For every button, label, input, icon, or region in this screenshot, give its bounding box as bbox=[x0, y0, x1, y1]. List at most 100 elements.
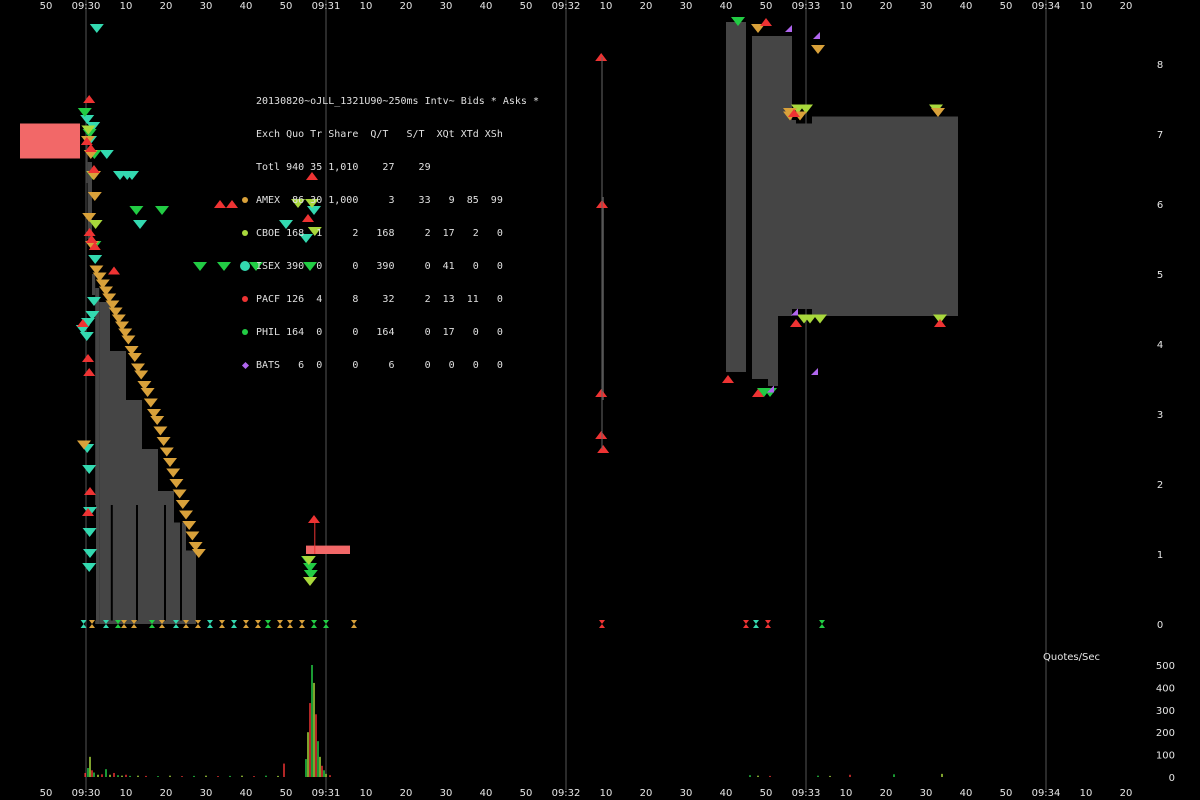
spread-bar bbox=[726, 22, 746, 372]
x-tick-label-top: 50 bbox=[760, 1, 773, 12]
spread-bar bbox=[778, 36, 792, 316]
qps-tick-label: 100 bbox=[1156, 751, 1175, 762]
spread-gap bbox=[180, 505, 182, 621]
spread-bar bbox=[186, 550, 196, 624]
legend-title: 20130820~oJLL_1321U90~250ms Intv~ Bids *… bbox=[256, 96, 539, 107]
price-tick-label: 7 bbox=[1157, 130, 1163, 141]
x-tick-label-bottom: 50 bbox=[1000, 788, 1013, 799]
qps-tick-label: 0 bbox=[1169, 773, 1175, 784]
x-tick-label-bottom: 30 bbox=[200, 788, 213, 799]
legend-row-text: ISEX 390 0 0 390 0 41 0 0 bbox=[256, 261, 503, 272]
spread-gap bbox=[216, 505, 218, 621]
bats-marker-icon bbox=[241, 361, 250, 370]
x-tick-label-bottom: 09:34 bbox=[1032, 788, 1061, 799]
legend-row-isex: ISEX 390 0 0 390 0 41 0 0 bbox=[240, 261, 539, 272]
price-tick-label: 2 bbox=[1157, 480, 1163, 491]
x-tick-label-bottom: 30 bbox=[440, 788, 453, 799]
x-tick-label-bottom: 40 bbox=[960, 788, 973, 799]
legend-row-pacf: PACF 126 4 8 32 2 13 11 0 bbox=[240, 294, 539, 305]
legend-row-bats: BATS 6 0 0 6 0 0 0 0 bbox=[240, 360, 539, 371]
x-tick-label-top: 10 bbox=[1080, 1, 1093, 12]
x-tick-label-top: 10 bbox=[360, 1, 373, 12]
trade-box bbox=[20, 123, 80, 159]
spread-gap bbox=[164, 505, 166, 621]
spread-bar bbox=[752, 36, 768, 379]
x-tick-label-bottom: 10 bbox=[1080, 788, 1093, 799]
x-tick-label-top: 09:33 bbox=[792, 1, 821, 12]
x-tick-label-bottom: 20 bbox=[880, 788, 893, 799]
x-tick-label-top: 50 bbox=[280, 1, 293, 12]
quote-chart: Nane 505009:3009:30101020203030404050500… bbox=[0, 0, 1200, 800]
x-tick-label-bottom: 10 bbox=[600, 788, 613, 799]
x-tick-label-bottom: 09:30 bbox=[72, 788, 101, 799]
spread-gap bbox=[110, 505, 113, 621]
x-tick-label-top: 20 bbox=[400, 1, 413, 12]
price-tick-label: 6 bbox=[1157, 200, 1163, 211]
x-tick-label-bottom: 50 bbox=[520, 788, 533, 799]
x-tick-label-top: 30 bbox=[680, 1, 693, 12]
x-tick-label-bottom: 20 bbox=[1120, 788, 1133, 799]
price-tick-label: 4 bbox=[1157, 340, 1163, 351]
qps-tick-label: 500 bbox=[1156, 661, 1175, 672]
legend-row-text: AMEX 86 30 1,000 3 33 9 85 99 bbox=[256, 195, 503, 206]
x-tick-label-bottom: 40 bbox=[720, 788, 733, 799]
legend-row-text: BATS 6 0 0 6 0 0 0 0 bbox=[256, 360, 503, 371]
legend-row-text: PACF 126 4 8 32 2 13 11 0 bbox=[256, 294, 503, 305]
qps-tick-label: 200 bbox=[1156, 728, 1175, 739]
legend-row-amex: AMEX 86 30 1,000 3 33 9 85 99 bbox=[240, 195, 539, 206]
x-tick-label-top: 20 bbox=[880, 1, 893, 12]
chart-canvas: 505009:3009:301010202030304040505009:310… bbox=[0, 0, 1200, 800]
price-tick-label: 3 bbox=[1157, 410, 1163, 421]
x-tick-label-top: 20 bbox=[1120, 1, 1133, 12]
cboe-marker-icon bbox=[242, 230, 248, 236]
price-tick-label: 0 bbox=[1157, 620, 1163, 631]
spread-gap bbox=[260, 505, 262, 621]
legend-row-phil: PHIL 164 0 0 164 0 17 0 0 bbox=[240, 327, 539, 338]
spread-gap bbox=[240, 505, 242, 621]
pacf-marker-icon bbox=[242, 296, 248, 302]
trade-box bbox=[306, 545, 350, 554]
spread-bar bbox=[86, 141, 88, 183]
x-tick-label-top: 30 bbox=[200, 1, 213, 12]
qps-tick-label: 400 bbox=[1156, 683, 1175, 694]
spread-gap bbox=[94, 505, 96, 621]
x-tick-label-top: 09:32 bbox=[552, 1, 581, 12]
x-tick-label-top: 20 bbox=[640, 1, 653, 12]
x-tick-label-bottom: 20 bbox=[160, 788, 173, 799]
x-tick-label-bottom: 10 bbox=[840, 788, 853, 799]
spread-bar bbox=[126, 400, 142, 624]
legend-header: Exch Quo Tr Share Q/T S/T XQt XTd XSh bbox=[256, 129, 503, 140]
spread-gap bbox=[292, 505, 294, 621]
x-tick-label-bottom: 10 bbox=[360, 788, 373, 799]
legend-row-text: CBOE 168 1 2 168 2 17 2 0 bbox=[256, 228, 503, 239]
spread-gap bbox=[278, 505, 280, 621]
x-tick-label-bottom: 09:31 bbox=[312, 788, 341, 799]
x-tick-label-top: 09:34 bbox=[1032, 1, 1061, 12]
x-tick-label-bottom: 30 bbox=[680, 788, 693, 799]
phil-marker-icon bbox=[242, 329, 248, 335]
spread-bar bbox=[796, 123, 812, 309]
legend: 20130820~oJLL_1321U90~250ms Intv~ Bids *… bbox=[240, 74, 539, 393]
x-tick-label-top: 50 bbox=[520, 1, 533, 12]
isex-marker-icon bbox=[240, 261, 250, 271]
price-tick-label: 1 bbox=[1157, 550, 1163, 561]
x-tick-label-bottom: 09:33 bbox=[792, 788, 821, 799]
spread-bar bbox=[92, 274, 96, 295]
x-tick-label-top: 20 bbox=[160, 1, 173, 12]
x-tick-label-top: 40 bbox=[240, 1, 253, 12]
x-tick-label-top: 40 bbox=[480, 1, 493, 12]
x-tick-label-top: 09:30 bbox=[72, 1, 101, 12]
x-tick-label-top: 30 bbox=[920, 1, 933, 12]
x-tick-label-top: 10 bbox=[120, 1, 133, 12]
spread-bar bbox=[768, 36, 778, 386]
x-tick-label-bottom: 40 bbox=[240, 788, 253, 799]
chart-background bbox=[0, 0, 1200, 800]
x-tick-label-bottom: 50 bbox=[280, 788, 293, 799]
x-tick-label-top: 40 bbox=[960, 1, 973, 12]
x-tick-label-bottom: 09:32 bbox=[552, 788, 581, 799]
legend-total: Totl 940 35 1,010 27 29 bbox=[256, 162, 431, 173]
spread-gap bbox=[136, 505, 138, 621]
legend-row-text: PHIL 164 0 0 164 0 17 0 0 bbox=[256, 327, 503, 338]
x-tick-label-bottom: 40 bbox=[480, 788, 493, 799]
price-tick-label: 8 bbox=[1157, 60, 1163, 71]
